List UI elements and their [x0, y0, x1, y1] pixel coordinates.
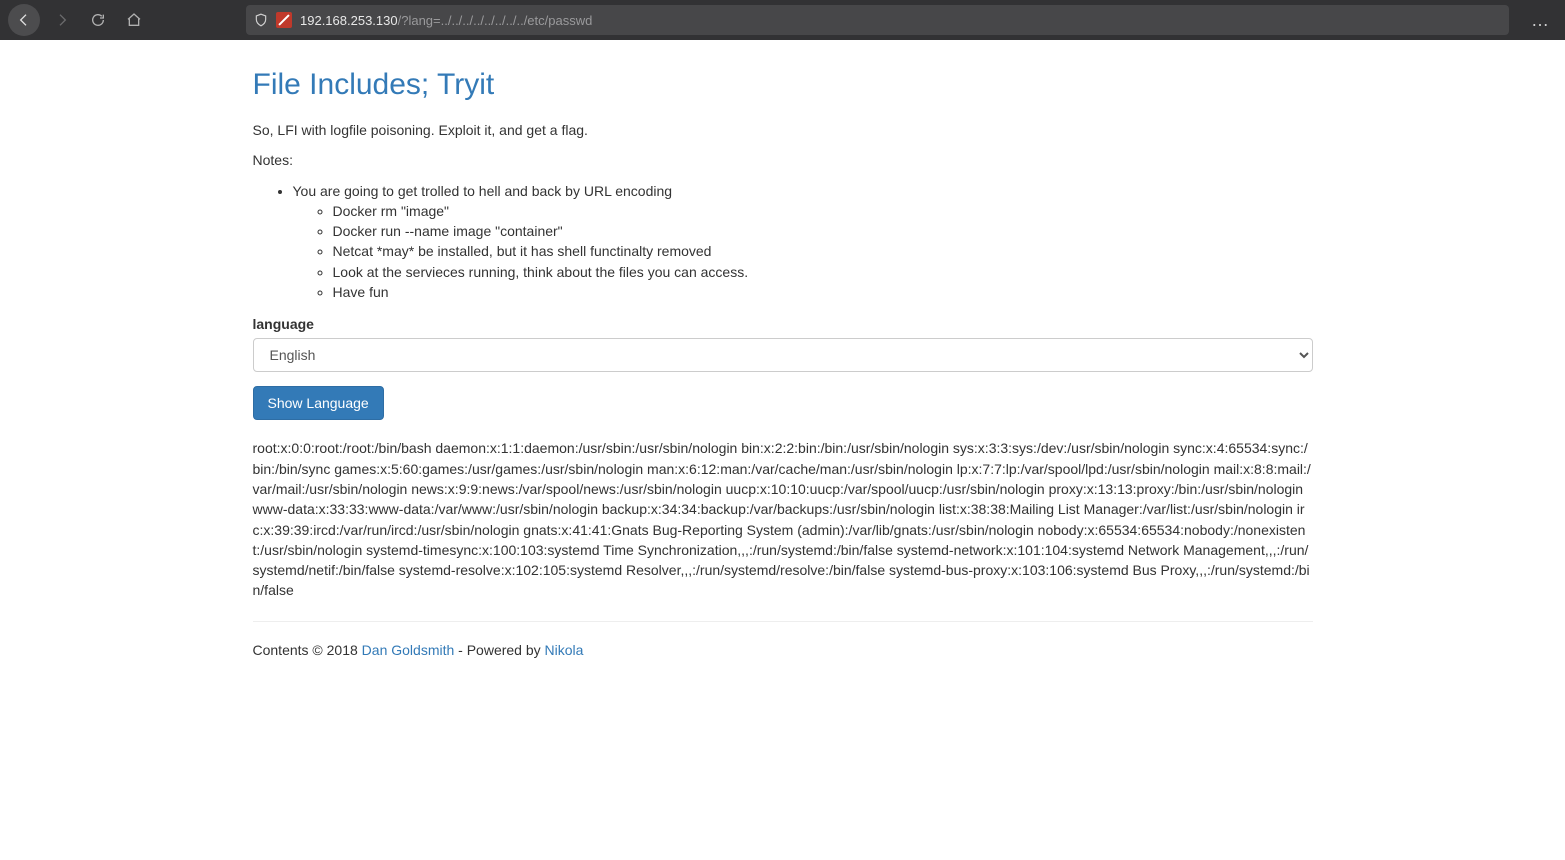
note-sub-4: Have fun [333, 282, 1313, 302]
note-sub-1: Docker run --name image "container" [333, 221, 1313, 241]
footer-prefix: Contents © 2018 [253, 642, 362, 658]
page-content: File Includes; Tryit So, LFI with logfil… [233, 40, 1333, 698]
note-top: You are going to get trolled to hell and… [293, 181, 1313, 201]
site-identity-icon[interactable] [276, 12, 292, 28]
note-sub-0: Docker rm "image" [333, 201, 1313, 221]
note-sub-2: Netcat *may* be installed, but it has sh… [333, 241, 1313, 261]
show-language-button[interactable]: Show Language [253, 386, 384, 420]
home-button[interactable] [120, 6, 148, 34]
language-select[interactable]: English [253, 338, 1313, 372]
notes-list: You are going to get trolled to hell and… [253, 181, 1313, 303]
browser-toolbar: 192.168.253.130/?lang=../../../../../../… [0, 0, 1565, 40]
browser-menu-button[interactable]: … [1525, 10, 1557, 31]
back-button[interactable] [8, 4, 40, 36]
url-host: 192.168.253.130 [300, 13, 398, 28]
language-label: language [253, 316, 1313, 332]
reload-button[interactable] [84, 6, 112, 34]
shield-icon [254, 13, 268, 27]
footer-middle: - Powered by [454, 642, 544, 658]
footer-engine-link[interactable]: Nikola [545, 642, 584, 658]
url-text: 192.168.253.130/?lang=../../../../../../… [300, 13, 592, 28]
note-sub-3: Look at the servieces running, think abo… [333, 262, 1313, 282]
footer: Contents © 2018 Dan Goldsmith - Powered … [253, 642, 1313, 658]
passwd-output: root:x:0:0:root:/root:/bin/bash daemon:x… [253, 438, 1313, 600]
notes-sublist: Docker rm "image" Docker run --name imag… [293, 201, 1313, 302]
url-path: /?lang=../../../../../../../../etc/passw… [398, 13, 593, 28]
intro-text: So, LFI with logfile poisoning. Exploit … [253, 120, 1313, 140]
notes-label: Notes: [253, 150, 1313, 170]
page-title: File Includes; Tryit [253, 68, 1313, 102]
url-bar[interactable]: 192.168.253.130/?lang=../../../../../../… [246, 5, 1509, 35]
footer-author-link[interactable]: Dan Goldsmith [362, 642, 455, 658]
footer-divider [253, 621, 1313, 622]
forward-button[interactable] [48, 6, 76, 34]
